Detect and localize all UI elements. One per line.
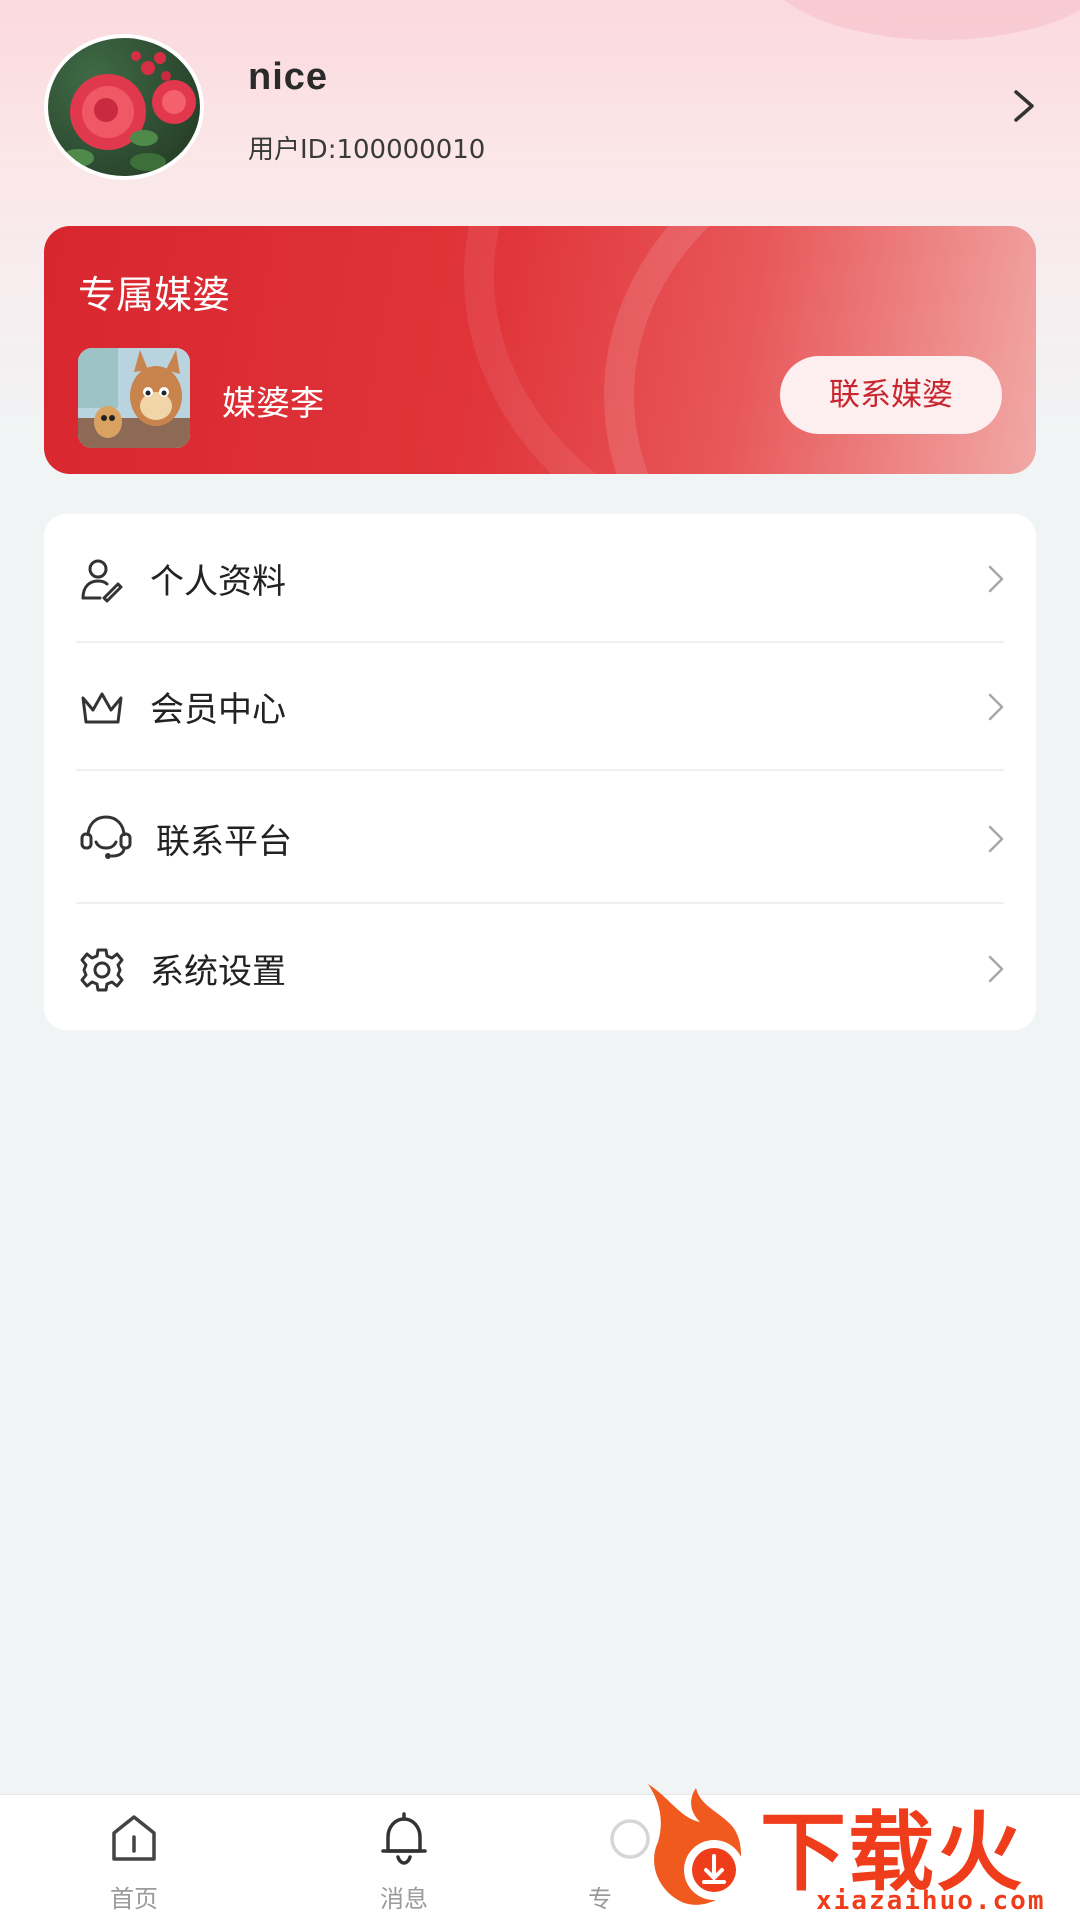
matchmaker-card-title: 专属媒婆	[78, 273, 231, 317]
chevron-right-icon	[988, 565, 1004, 593]
contact-matchmaker-button[interactable]: 联系媒婆	[780, 356, 1002, 434]
card-decoration	[604, 226, 1036, 474]
profile-header[interactable]: nice 用户ID:100000010	[44, 34, 1044, 184]
watermark: 下载火 xiazaihuo.com	[640, 1778, 1080, 1920]
profile-user-id: 用户ID:100000010	[248, 135, 486, 165]
headset-icon	[80, 815, 132, 859]
tab-label: 首页	[110, 1885, 158, 1913]
bell-icon	[381, 1812, 427, 1865]
menu-list: 个人资料 会员中心 联系平台 系统设置	[44, 514, 1036, 1030]
menu-item-contact-platform[interactable]: 联系平台	[44, 770, 1036, 902]
home-icon	[112, 1815, 156, 1861]
menu-item-label: 系统设置	[150, 952, 286, 992]
profile-name: nice	[248, 56, 329, 98]
avatar[interactable]	[44, 34, 204, 180]
tab-messages[interactable]: 消息	[334, 1809, 474, 1919]
gear-icon	[80, 948, 124, 992]
tab-label: 消息	[380, 1885, 428, 1913]
matchmaker-avatar	[78, 348, 190, 448]
crown-icon	[81, 692, 123, 724]
chevron-right-icon	[988, 825, 1004, 853]
matchmaker-name: 媒婆李	[222, 384, 324, 424]
menu-item-system-settings[interactable]: 系统设置	[44, 904, 1036, 1032]
menu-item-membership[interactable]: 会员中心	[44, 642, 1036, 770]
user-edit-icon	[81, 559, 123, 603]
chevron-right-icon[interactable]	[1004, 86, 1044, 126]
menu-item-label: 联系平台	[156, 822, 292, 862]
tab-home[interactable]: 首页	[64, 1809, 204, 1919]
watermark-url: xiazaihuo.com	[816, 1886, 1046, 1916]
menu-item-label: 个人资料	[150, 562, 286, 602]
menu-item-profile[interactable]: 个人资料	[44, 514, 1036, 642]
chevron-right-icon	[988, 693, 1004, 721]
chevron-right-icon	[988, 955, 1004, 983]
menu-item-label: 会员中心	[150, 690, 286, 730]
watermark-logo-icon	[648, 1784, 744, 1905]
matchmaker-card: 专属媒婆 媒婆李 联系媒婆	[44, 226, 1036, 474]
